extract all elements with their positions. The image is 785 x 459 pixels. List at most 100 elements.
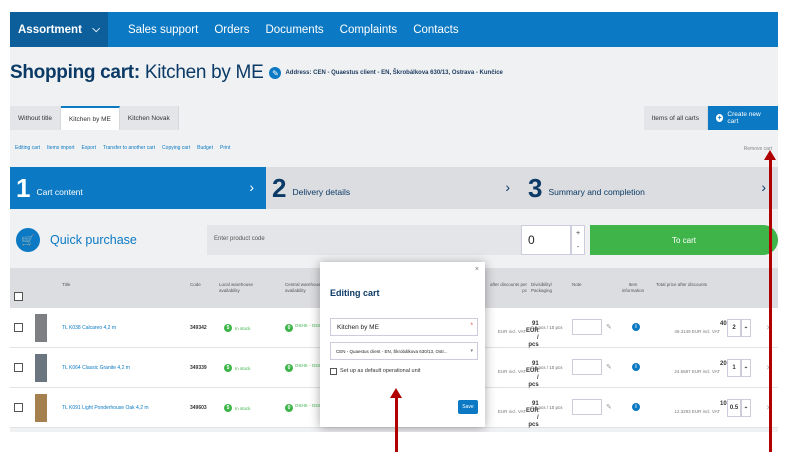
cart-actions: Editing cart Items import Export Transfe… bbox=[15, 145, 237, 151]
nav-documents[interactable]: Documents bbox=[265, 24, 323, 36]
assortment-menu[interactable]: Assortment ⌵ bbox=[10, 12, 108, 47]
edit-pencil-icon[interactable]: ✎ bbox=[269, 67, 282, 79]
nav-sales-support[interactable]: Sales support bbox=[128, 24, 198, 36]
chevron-right-icon: › bbox=[761, 179, 766, 195]
annotation-arrow-head bbox=[764, 150, 776, 160]
row-qty-stepper[interactable]: + - bbox=[741, 319, 751, 337]
row-qty-input[interactable]: 1 bbox=[727, 359, 741, 377]
total-price: 40.7561 EUR49.3149 EUR incl. VAT bbox=[650, 321, 741, 336]
total-price: 20.3791 EUR24.6587 EUR incl. VAT bbox=[650, 361, 741, 376]
row-qty-stepper[interactable]: + - bbox=[741, 399, 751, 417]
step-summary[interactable]: 3 Summary and completion › bbox=[522, 167, 778, 209]
info-icon[interactable]: i bbox=[632, 363, 640, 371]
note-input[interactable] bbox=[572, 359, 602, 375]
product-code: 349603 bbox=[190, 405, 207, 411]
quick-purchase-bar: 🛒 Quick purchase Enter product code 0 + -… bbox=[10, 222, 778, 258]
tab-kitchen-by-me[interactable]: Kitchen by ME bbox=[60, 106, 120, 130]
dialog-title: Editing cart bbox=[330, 288, 380, 298]
edit-note-icon[interactable]: ✎ bbox=[606, 323, 612, 331]
action-budget[interactable]: Budget bbox=[197, 145, 213, 151]
cart-address: Address: CEN - Quaestus client - EN, Škr… bbox=[285, 70, 503, 76]
action-export[interactable]: Export bbox=[82, 145, 96, 151]
step-label: Delivery details bbox=[292, 187, 351, 197]
row-checkbox[interactable] bbox=[14, 363, 23, 372]
info-icon[interactable]: i bbox=[632, 323, 640, 331]
assortment-label: Assortment bbox=[18, 23, 82, 36]
step-label: Cart content bbox=[36, 187, 83, 197]
nav-contacts[interactable]: Contacts bbox=[413, 24, 458, 36]
unit-price-vat: EUR incl. VAT bbox=[497, 369, 526, 374]
to-cart-button[interactable]: To cart bbox=[590, 225, 778, 255]
product-code-input[interactable]: Enter product code bbox=[207, 225, 521, 255]
tab-items-of-all-carts[interactable]: Items of all carts bbox=[643, 106, 708, 130]
cart-tabs: Without title Kitchen by ME Kitchen Nova… bbox=[10, 106, 778, 130]
minus-icon[interactable]: - bbox=[745, 405, 747, 411]
cart-name-input[interactable]: Kitchen by ME * bbox=[330, 318, 478, 336]
note-input[interactable] bbox=[572, 319, 602, 335]
quick-qty-stepper[interactable]: + - bbox=[571, 225, 585, 255]
unit-price-vat: EUR incl. VAT bbox=[497, 329, 526, 334]
stock-badge-icon: 0 bbox=[285, 364, 293, 372]
product-title-link[interactable]: TL K064 Classic Granite 4,2 m bbox=[62, 365, 130, 371]
action-copying-cart[interactable]: Copying cart bbox=[162, 145, 190, 151]
operational-unit-select[interactable]: CEN - Quaestus client - EN, Škrobálkova … bbox=[330, 342, 478, 360]
total-price: 10.1895 EUR12.3293 EUR incl. VAT bbox=[650, 401, 741, 416]
step-delivery-details[interactable]: 2 Delivery details › bbox=[266, 167, 522, 209]
screenshot: Assortment ⌵ Sales support Orders Docume… bbox=[10, 12, 778, 432]
col-total: Total price after discounts bbox=[656, 282, 708, 287]
nav-complaints[interactable]: Complaints bbox=[340, 24, 398, 36]
title-row: Shopping cart: Kitchen by ME ✎ Address: … bbox=[10, 62, 778, 84]
plus-icon[interactable]: + bbox=[576, 230, 580, 237]
row-checkbox[interactable] bbox=[14, 403, 23, 412]
note-input[interactable] bbox=[572, 399, 602, 415]
title-prefix: Shopping cart: bbox=[10, 62, 140, 83]
page-title: Shopping cart: Kitchen by ME bbox=[10, 62, 264, 84]
chevron-down-icon: ⌵ bbox=[92, 24, 100, 35]
chevron-down-icon: ▾ bbox=[470, 348, 473, 354]
action-print[interactable]: Print bbox=[220, 145, 230, 151]
col-central: Central warehouse availability bbox=[285, 282, 323, 293]
action-editing-cart[interactable]: Editing cart bbox=[15, 145, 40, 151]
row-checkbox[interactable] bbox=[14, 323, 23, 332]
step-number: 3 bbox=[528, 172, 543, 203]
quick-purchase-label: Quick purchase bbox=[50, 233, 137, 247]
minus-icon[interactable]: - bbox=[745, 365, 747, 371]
row-qty-stepper[interactable]: + - bbox=[741, 359, 751, 377]
tab-without-title[interactable]: Without title bbox=[10, 106, 61, 130]
edit-note-icon[interactable]: ✎ bbox=[606, 403, 612, 411]
editing-cart-dialog: × Editing cart Kitchen by ME * CEN - Qua… bbox=[320, 262, 485, 427]
annotation-arrow-shaft bbox=[395, 398, 398, 452]
col-info: Item information bbox=[621, 282, 645, 293]
product-thumbnail bbox=[35, 314, 47, 342]
page: Assortment ⌵ Sales support Orders Docume… bbox=[0, 0, 785, 459]
row-qty-input[interactable]: 0.5 bbox=[727, 399, 741, 417]
action-items-import[interactable]: Items import bbox=[47, 145, 75, 151]
save-button[interactable]: Save bbox=[458, 400, 478, 414]
tab-kitchen-novak[interactable]: Kitchen Novak bbox=[119, 106, 179, 130]
col-code: Code bbox=[190, 282, 201, 287]
edit-note-icon[interactable]: ✎ bbox=[606, 363, 612, 371]
step-number: 1 bbox=[16, 172, 31, 203]
stock-badge-icon: 5 bbox=[224, 324, 232, 332]
chevron-right-icon: › bbox=[505, 179, 510, 195]
minus-icon[interactable]: - bbox=[577, 244, 579, 251]
select-all-checkbox[interactable] bbox=[14, 292, 23, 301]
product-title-link[interactable]: TL K038 Calcareo 4,2 m bbox=[62, 325, 116, 331]
minus-icon[interactable]: - bbox=[745, 325, 747, 331]
action-transfer[interactable]: Transfer to another cart bbox=[103, 145, 155, 151]
quick-qty-input[interactable]: 0 bbox=[521, 225, 571, 255]
annotation-arrow-shaft bbox=[769, 160, 772, 452]
info-icon[interactable]: i bbox=[632, 403, 640, 411]
default-unit-checkbox[interactable] bbox=[330, 368, 337, 375]
step-cart-content[interactable]: 1 Cart content › bbox=[10, 167, 266, 209]
create-new-cart-button[interactable]: + Create new cart bbox=[708, 106, 778, 130]
col-note: Note bbox=[572, 282, 582, 287]
stock-badge-icon: 0 bbox=[285, 404, 293, 412]
close-icon[interactable]: × bbox=[475, 266, 479, 273]
product-title-link[interactable]: TL K091 Light Ponderhouse Oak 4,2 m bbox=[62, 405, 149, 411]
row-qty-input[interactable]: 2 bbox=[727, 319, 741, 337]
nav-orders[interactable]: Orders bbox=[214, 24, 249, 36]
operational-unit-value: CEN - Quaestus client - EN, Škrobálkova … bbox=[336, 349, 448, 354]
product-code: 349339 bbox=[190, 365, 207, 371]
cart-name-value: Kitchen by ME bbox=[337, 324, 379, 331]
